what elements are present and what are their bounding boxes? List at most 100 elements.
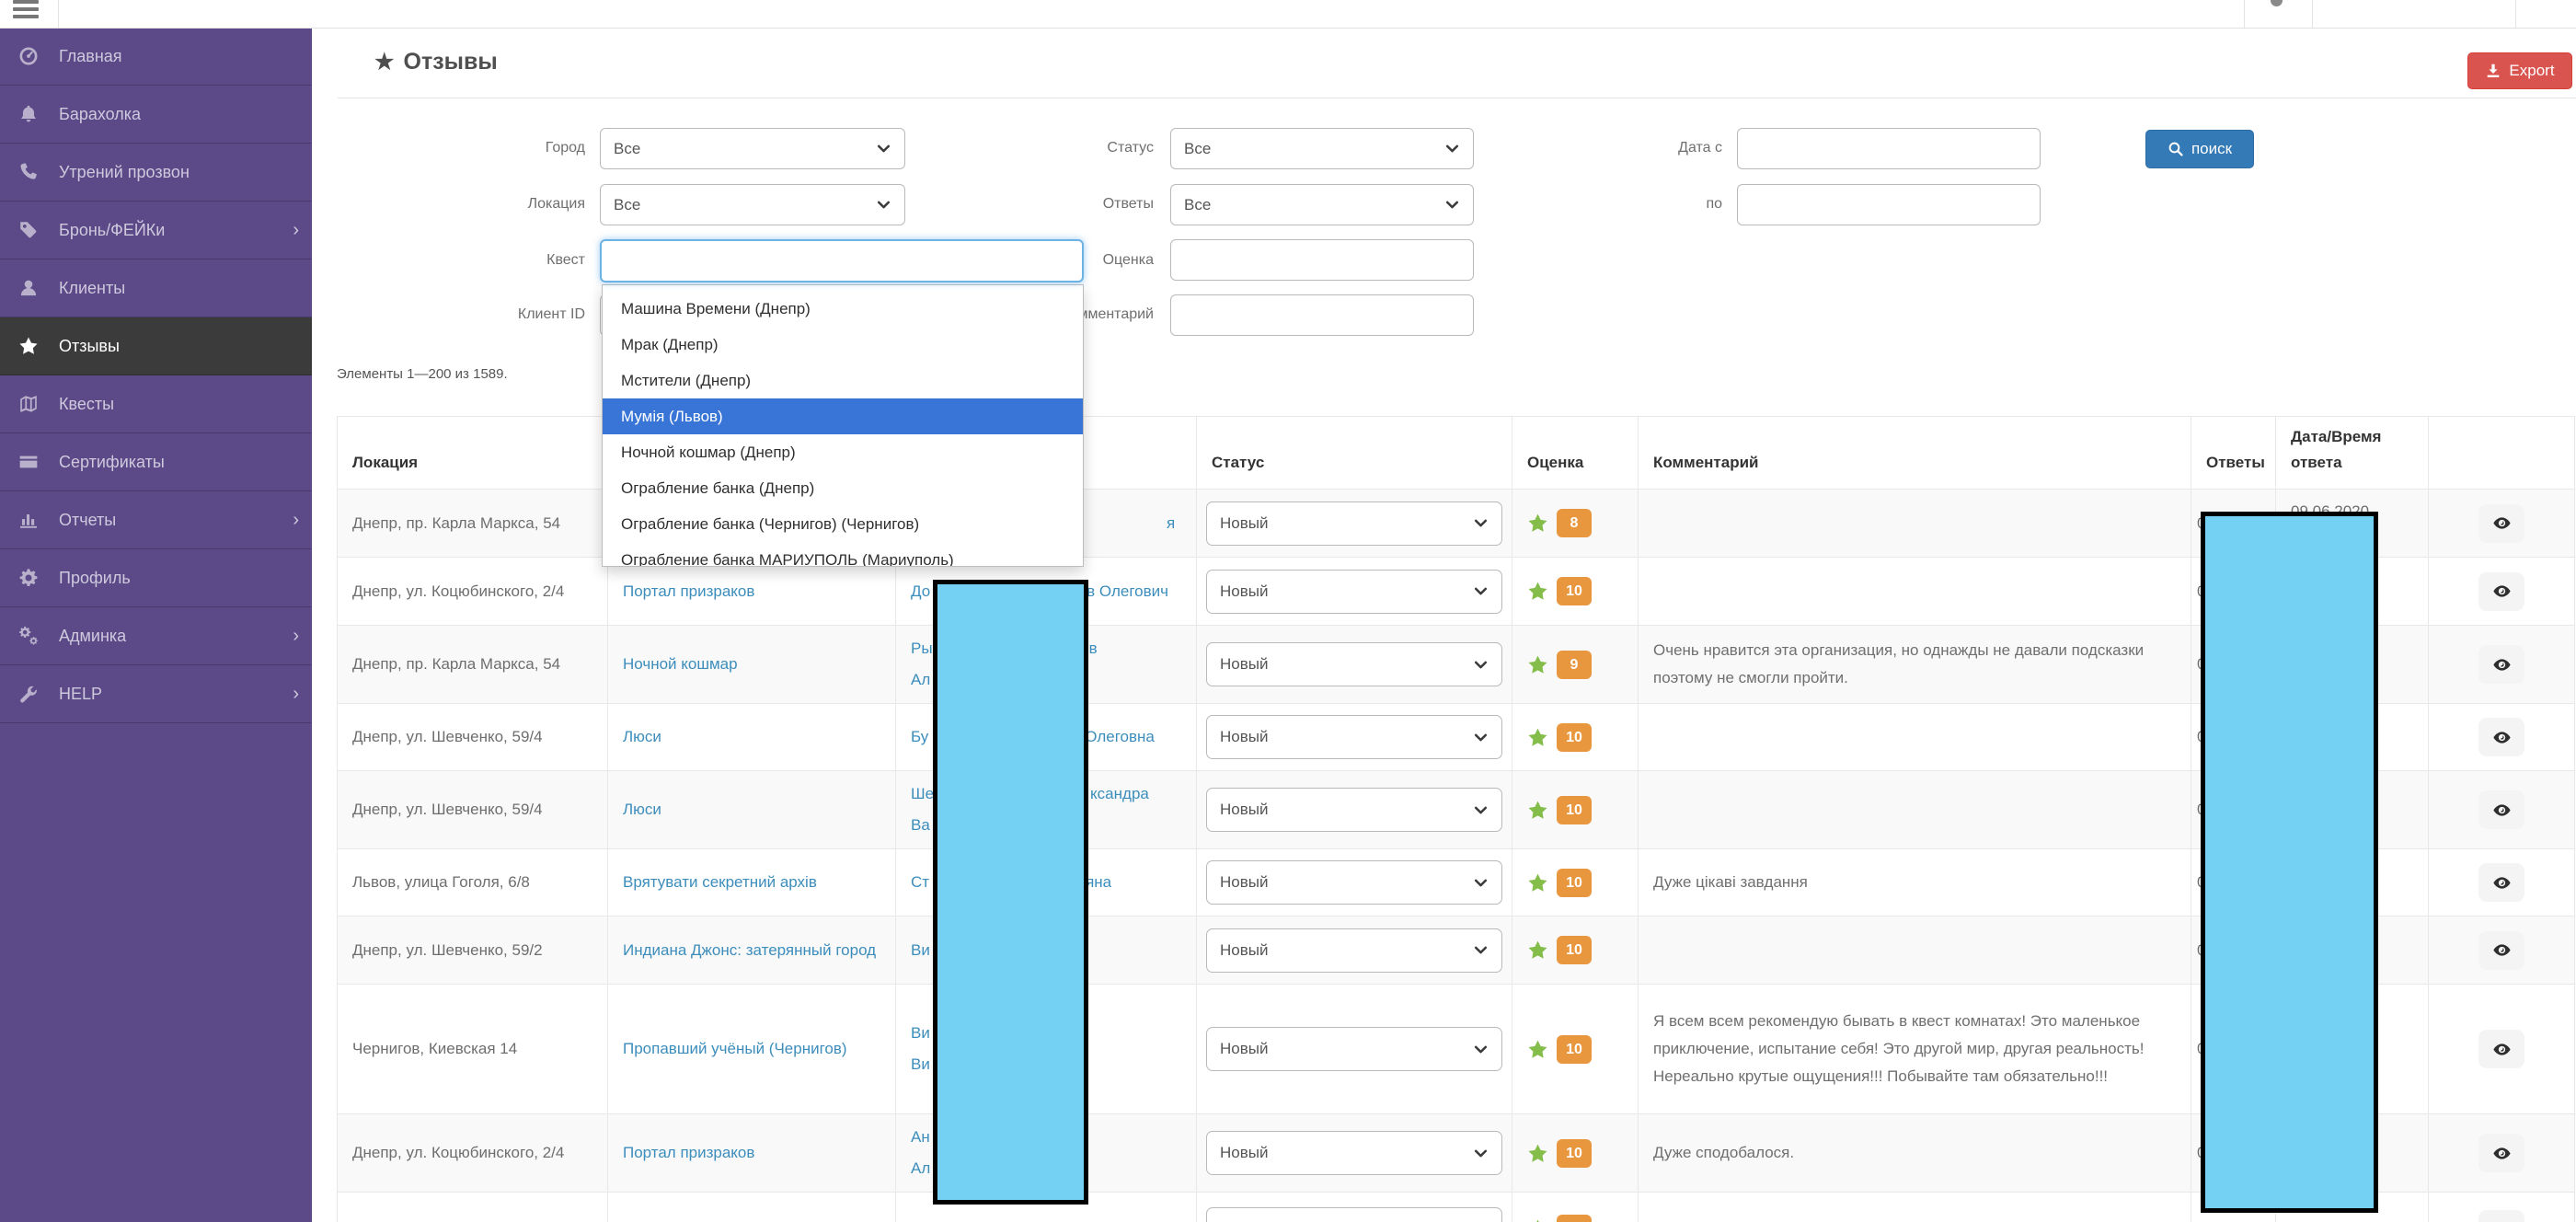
quest-cell: Портал призраков bbox=[608, 1114, 896, 1193]
row-status-select[interactable]: Новый bbox=[1206, 1131, 1502, 1175]
quest-dropdown-option[interactable]: Мстители (Днепр) bbox=[603, 363, 1083, 398]
quest-cell: Пропавший учёный (Чернигов) bbox=[608, 985, 896, 1114]
view-button[interactable] bbox=[2478, 790, 2524, 829]
client-link[interactable]: Га bbox=[911, 1214, 927, 1222]
quest-dropdown-option[interactable]: Ночной кошмар (Днепр) bbox=[603, 434, 1083, 470]
client-link[interactable]: Ва bbox=[911, 810, 930, 841]
sidebar-item-утрений-прозвон[interactable]: Утрений прозвон bbox=[0, 144, 312, 202]
view-button[interactable] bbox=[2478, 504, 2524, 543]
view-button[interactable] bbox=[2478, 1030, 2524, 1068]
client-link[interactable]: Бу bbox=[911, 721, 928, 753]
quest-dropdown-option[interactable]: Мумія (Львов) bbox=[603, 398, 1083, 434]
client-link[interactable]: Ал bbox=[911, 664, 930, 696]
client-link[interactable]: Олеговна bbox=[1085, 721, 1155, 753]
hamburger-icon[interactable] bbox=[13, 0, 40, 20]
view-button[interactable] bbox=[2478, 863, 2524, 902]
view-button[interactable] bbox=[2478, 931, 2524, 970]
row-status-select[interactable]: Новый bbox=[1206, 570, 1502, 614]
client-link[interactable]: я bbox=[1167, 508, 1175, 539]
user-dot-icon[interactable] bbox=[2271, 0, 2283, 6]
actions-cell bbox=[2429, 1114, 2575, 1193]
date-from-input[interactable] bbox=[1737, 128, 2041, 169]
score-badge: 10 bbox=[1557, 1139, 1592, 1168]
client-link[interactable]: яна bbox=[1086, 867, 1111, 898]
location-cell: Днепр, пр. Карла Маркса, 54 bbox=[338, 490, 608, 558]
sidebar-item-отчеты[interactable]: Отчеты› bbox=[0, 491, 312, 549]
quest-link[interactable]: Люси bbox=[623, 801, 661, 818]
client-link[interactable]: дреевич bbox=[1084, 1214, 1144, 1222]
row-status-select[interactable]: Новый bbox=[1206, 642, 1502, 686]
eye-icon bbox=[2492, 728, 2512, 747]
view-button[interactable] bbox=[2478, 718, 2524, 756]
quest-link[interactable]: Врятувати секретний архів bbox=[623, 873, 817, 891]
quest-link[interactable]: Портал призраков bbox=[623, 1144, 754, 1161]
export-button[interactable]: Export bbox=[2467, 52, 2572, 89]
sidebar-item-главная[interactable]: Главная bbox=[0, 28, 312, 86]
client-link[interactable]: Ви bbox=[911, 935, 930, 966]
status-select[interactable]: Все bbox=[1170, 128, 1474, 169]
location-cell: Днепр, пр. Карла Маркса, 54 bbox=[338, 1193, 608, 1222]
row-status-select[interactable]: Новый bbox=[1206, 1027, 1502, 1071]
quest-dropdown-option[interactable]: Мрак (Днепр) bbox=[603, 327, 1083, 363]
quest-dropdown-option[interactable]: Ограбление банка МАРИУПОЛЬ (Мариуполь) bbox=[603, 542, 1083, 567]
client-link[interactable]: в Олегович bbox=[1087, 576, 1168, 607]
client-link[interactable]: Ше bbox=[911, 778, 934, 810]
client-link[interactable]: в bbox=[1089, 633, 1098, 664]
actions-cell bbox=[2429, 771, 2575, 849]
sidebar-item-бронь-фейки[interactable]: Бронь/ФЕЙКи› bbox=[0, 202, 312, 259]
row-status-select[interactable]: Новый bbox=[1206, 928, 1502, 973]
chevron-down-icon bbox=[1473, 802, 1489, 818]
client-link[interactable]: Ал bbox=[911, 1153, 930, 1184]
quest-dropdown-option[interactable]: Ограбление банка (Днепр) bbox=[603, 470, 1083, 506]
date-to-input[interactable] bbox=[1737, 184, 2041, 225]
wrench-icon bbox=[18, 684, 42, 704]
quest-dropdown-option[interactable]: Ограбление банка (Чернигов) (Чернигов) bbox=[603, 506, 1083, 542]
sidebar-item-сертификаты[interactable]: Сертификаты bbox=[0, 433, 312, 491]
view-button[interactable] bbox=[2478, 1134, 2524, 1172]
client-link[interactable]: Ви bbox=[911, 1018, 930, 1049]
sidebar-item-квесты[interactable]: Квесты bbox=[0, 375, 312, 433]
sidebar-item-help[interactable]: HELP› bbox=[0, 665, 312, 723]
row-status-select[interactable]: Новый bbox=[1206, 1207, 1502, 1222]
score-input[interactable] bbox=[1170, 239, 1474, 281]
client-link[interactable]: Ви bbox=[911, 1049, 930, 1080]
sidebar-item-профиль[interactable]: Профиль bbox=[0, 549, 312, 607]
sidebar-item-клиенты[interactable]: Клиенты bbox=[0, 259, 312, 317]
sidebar-item-отзывы[interactable]: Отзывы bbox=[0, 317, 312, 375]
result-summary: Элементы 1—200 из 1589. bbox=[337, 366, 508, 382]
row-status-select[interactable]: Новый bbox=[1206, 788, 1502, 832]
gear-icon bbox=[18, 568, 42, 588]
actions-cell bbox=[2429, 558, 2575, 626]
column-header bbox=[2429, 417, 2575, 490]
client-link[interactable]: До bbox=[911, 576, 930, 607]
view-button[interactable] bbox=[2478, 645, 2524, 684]
client-link[interactable]: Ан bbox=[911, 1122, 930, 1153]
actions-cell bbox=[2429, 985, 2575, 1114]
search-button[interactable]: поиск bbox=[2145, 130, 2254, 168]
navbar-divider bbox=[2312, 0, 2313, 28]
answers-select[interactable]: Все bbox=[1170, 184, 1474, 225]
location-select[interactable]: Все bbox=[600, 184, 905, 225]
client-link[interactable]: ксандра bbox=[1090, 778, 1149, 810]
quest-link[interactable]: Люси bbox=[623, 728, 661, 745]
comment-cell: Я всем всем рекомендую бывать в квест ко… bbox=[1639, 985, 2191, 1114]
quest-link[interactable]: Портал призраков bbox=[623, 582, 754, 600]
comment-input[interactable] bbox=[1170, 294, 1474, 336]
sidebar-item-барахолка[interactable]: Барахолка bbox=[0, 86, 312, 144]
row-status-select[interactable]: Новый bbox=[1206, 715, 1502, 759]
view-button[interactable] bbox=[2478, 1210, 2524, 1222]
quest-link[interactable]: Ночной кошмар bbox=[623, 655, 738, 673]
view-button[interactable] bbox=[2478, 572, 2524, 611]
quest-dropdown-option[interactable]: Машина Времени (Днепр) bbox=[603, 291, 1083, 327]
row-status-select[interactable]: Новый bbox=[1206, 501, 1502, 546]
client-link[interactable]: Ры bbox=[911, 633, 933, 664]
city-select[interactable]: Все bbox=[600, 128, 905, 169]
quest-link[interactable]: Индиана Джонс: затерянный город bbox=[623, 941, 876, 959]
row-status-select[interactable]: Новый bbox=[1206, 860, 1502, 905]
quest-link[interactable]: Пропавший учёный (Чернигов) bbox=[623, 1040, 847, 1057]
sidebar-item-админка[interactable]: Админка› bbox=[0, 607, 312, 665]
column-header-оценка: Оценка bbox=[1512, 417, 1639, 490]
quest-input[interactable] bbox=[600, 239, 1084, 282]
column-header-комментарий: Комментарий bbox=[1639, 417, 2191, 490]
client-link[interactable]: Ст bbox=[911, 867, 929, 898]
